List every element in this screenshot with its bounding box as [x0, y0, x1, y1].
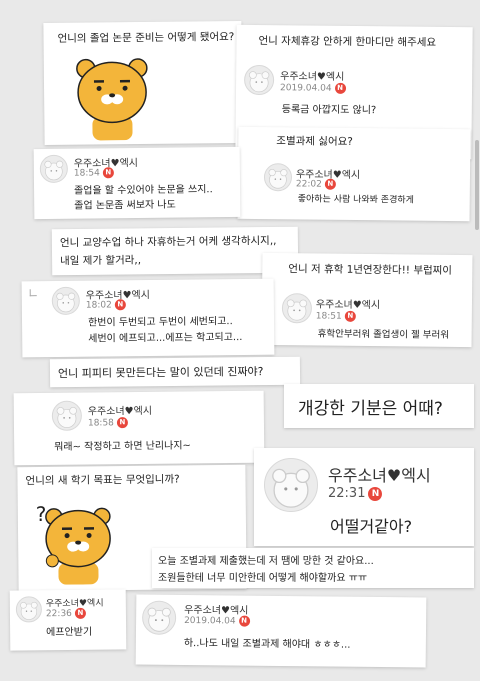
username: 우주소녀♥엑시	[87, 405, 153, 418]
question-text: 언니의 새 학기 목표는 무엇입니까?	[25, 473, 180, 488]
post-time: 22:31 N	[328, 486, 383, 501]
question-text-line2: 조원들한테 너무 미안한데 어떻게 해야할까요 ㅠㅠ	[158, 573, 368, 584]
question-text: 언니 피피티 못만든다는 말이 있던데 진짜야?	[57, 365, 264, 381]
question-card-graduation-thesis: 언니의 졸업 논문 준비는 어떻게 됐어요?	[43, 20, 243, 146]
reply-text: 졸업 논문좀 써보자 나도	[74, 199, 176, 212]
ryan-character-icon	[72, 54, 153, 141]
question-card-semester-start: 개강한 기분은 어때?	[284, 384, 474, 428]
post-time: 18:58 N	[88, 417, 128, 429]
avatar	[281, 293, 313, 324]
reply-text: 어떨거같아?	[330, 517, 413, 536]
reply-text: 등록금 아깝지도 않니?	[281, 104, 377, 117]
reply-text: 뭐래~ 작정하고 하면 난리나지~	[54, 440, 191, 453]
username: 우주소녀♥엑시	[315, 299, 381, 312]
post-time: 18:51 N	[316, 310, 356, 322]
username: 우주소녀♥엑시	[280, 71, 345, 83]
post-time: 18:02 N	[86, 299, 126, 311]
reply-text: 하..나도 내일 조별과제 해야대 ㅎㅎㅎ...	[183, 637, 351, 651]
reply-text: 에프안받기	[46, 626, 93, 639]
avatar	[15, 596, 43, 623]
question-text: 오늘 조별과제 제출했는데 저 땜에 망한 것 같아요...	[158, 556, 374, 567]
question-text: 조별과제 싫어요?	[276, 135, 353, 148]
question-text: 언니의 졸업 논문 준비는 어떻게 됐어요?	[57, 31, 235, 45]
avatar	[243, 64, 275, 96]
new-badge: N	[368, 486, 383, 501]
question-text-line2: 내일 제가 할거라,,	[60, 254, 142, 268]
reply-text: 휴학안부러워 졸업생이 젤 부러워	[317, 328, 450, 341]
new-badge: N	[344, 310, 356, 322]
reply-card-no-f: 우주소녀♥엑시 22:36 N 에프안받기	[9, 589, 127, 651]
new-badge: N	[114, 299, 126, 311]
reply-card-graduation: 우주소녀♥엑시 18:54 N 졸업을 할 수있어야 논문을 쓰지.. 졸업 논문…	[33, 146, 241, 220]
question-text: 언니 저 휴학 1년연장한다!! 부럽찌이	[288, 263, 453, 277]
avatar	[263, 163, 293, 192]
post-time: 22:02 N	[296, 178, 336, 190]
post-time: 2019.04.04 N	[280, 82, 346, 94]
question-card-leave-of-absence: 언니 저 휴학 1년연장한다!! 부럽찌이 우주소녀♥엑시 18:51 N 휴학안…	[261, 252, 473, 348]
question-text: 개강한 기분은 어때?	[298, 399, 443, 419]
new-badge: N	[334, 82, 346, 94]
question-card-group-project-submit: 오늘 조별과제 제출했는데 저 땜에 망한 것 같아요... 조원들한테 너무 …	[152, 548, 474, 588]
reply-card-goal-answer: 우주소녀♥엑시 22:31 N 어떨거같아?	[254, 448, 474, 546]
avatar	[39, 154, 68, 184]
question-text: 언니 자체휴강 안하게 한마디만 해주세요	[258, 34, 437, 49]
avatar	[51, 286, 80, 316]
post-time: 18:54 N	[74, 167, 114, 179]
question-text: 언니 교양수업 하나 자휴하는거 어케 생각하시지,,	[59, 234, 277, 250]
reply-card-ppt-answer: 우주소녀♥엑시 18:58 N 뭐래~ 작정하고 하면 난리나지~	[13, 390, 265, 466]
reply-card-retake: 우주소녀♥엑시 18:02 N 한번이 두번되고 두번이 세번되고.. 세번이 에…	[21, 278, 275, 358]
new-badge: N	[116, 417, 128, 429]
new-badge: N	[238, 615, 250, 627]
question-card-liberal-arts: 언니 교양수업 하나 자휴하는거 어케 생각하시지,, 내일 제가 할거라,,	[51, 226, 299, 276]
reply-card-me-too: 우주소녀♥엑시 2019.04.04 N 하..나도 내일 조별과제 해야대 ㅎㅎ…	[135, 594, 427, 668]
username: 우주소녀♥엑시	[328, 466, 431, 485]
avatar	[264, 458, 318, 512]
avatar	[141, 600, 177, 635]
reply-arrow-icon	[29, 289, 37, 297]
reply-text: 세번이 에프되고...에프는 학고되고...	[88, 332, 243, 345]
reply-text: 좋아하는 사람 나와봐 존경하게	[297, 194, 415, 206]
post-time: 2019.04.04 N	[184, 615, 250, 627]
svg-text:?: ?	[36, 502, 47, 526]
new-badge: N	[74, 607, 86, 619]
post-time: 22:36 N	[46, 607, 86, 619]
new-badge: N	[102, 167, 114, 179]
new-badge: N	[324, 178, 336, 190]
avatar	[51, 400, 83, 431]
question-card-group-project: 조별과제 싫어요? 우주소녀♥엑시 22:02 N 좋아하는 사람 나와봐 존경하…	[237, 126, 471, 222]
ryan-thinking-icon: ?	[32, 498, 119, 585]
question-card-ppt: 언니 피피티 못만든다는 말이 있던데 진짜야?	[49, 356, 301, 388]
scrollbar[interactable]	[475, 140, 479, 230]
